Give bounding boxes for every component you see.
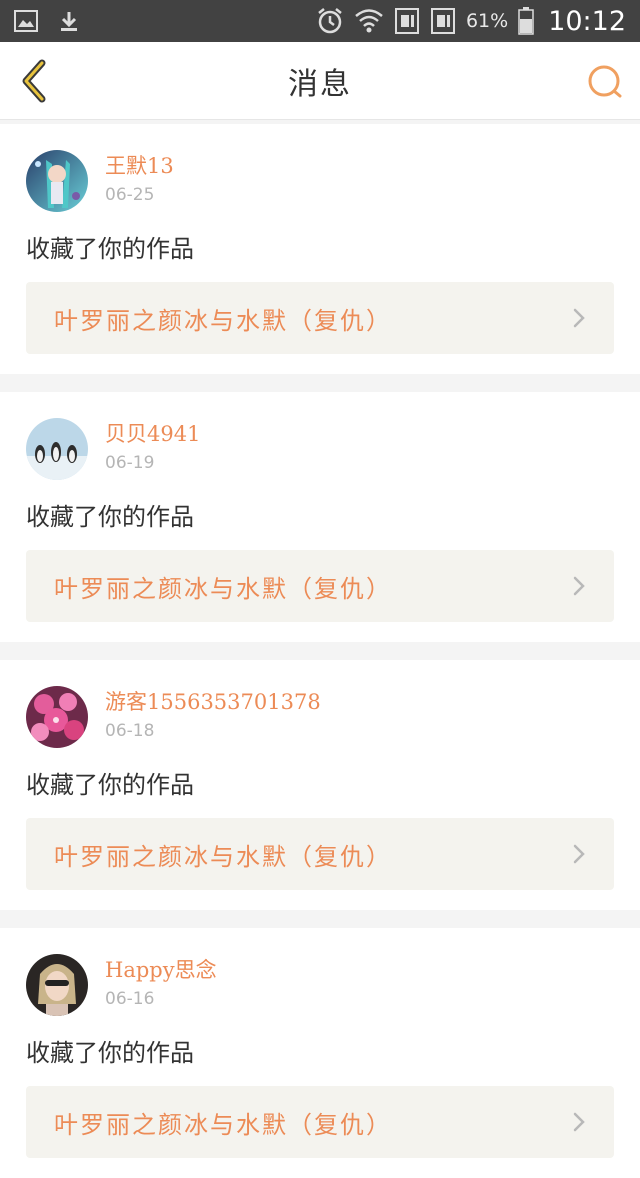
chevron-right-icon (573, 1112, 585, 1132)
user-name[interactable]: 贝贝4941 (105, 420, 200, 448)
work-title: 叶罗丽之颜冰与水默（复仇） (54, 306, 392, 335)
sim1-icon (394, 8, 419, 34)
avatar[interactable] (26, 418, 88, 480)
message-action-text: 收藏了你的作品 (26, 1039, 194, 1067)
wifi-icon (355, 9, 383, 33)
message-card: 贝贝4941 06-19 收藏了你的作品 叶罗丽之颜冰与水默（复仇） (0, 392, 640, 642)
message-action-text: 收藏了你的作品 (26, 235, 194, 263)
work-link[interactable]: 叶罗丽之颜冰与水默（复仇） (26, 550, 614, 622)
message-date: 06-18 (105, 721, 155, 741)
battery-percent: 61% (465, 10, 509, 32)
clock: 10:12 (548, 5, 626, 37)
work-title: 叶罗丽之颜冰与水默（复仇） (54, 574, 392, 603)
top-nav-bar: 消息 (0, 42, 640, 120)
message-card: Happy思念 06-16 收藏了你的作品 叶罗丽之颜冰与水默（复仇） (0, 928, 640, 1178)
work-link[interactable]: 叶罗丽之颜冰与水默（复仇） (26, 1086, 614, 1158)
image-icon (14, 10, 38, 32)
work-link[interactable]: 叶罗丽之颜冰与水默（复仇） (26, 282, 614, 354)
message-action-text: 收藏了你的作品 (26, 771, 194, 799)
message-card: 王默13 06-25 收藏了你的作品 叶罗丽之颜冰与水默（复仇） (0, 124, 640, 374)
message-list: 王默13 06-25 收藏了你的作品 叶罗丽之颜冰与水默（复仇） 贝贝4941 … (0, 120, 640, 1178)
message-date: 06-19 (105, 453, 155, 473)
chevron-right-icon (573, 576, 585, 596)
message-date: 06-16 (105, 989, 155, 1009)
download-icon (61, 12, 77, 31)
avatar[interactable] (26, 150, 88, 212)
work-title: 叶罗丽之颜冰与水默（复仇） (54, 842, 392, 871)
chevron-right-icon (573, 844, 585, 864)
chevron-left-icon[interactable] (16, 59, 52, 103)
status-bar: 61% 10:12 (0, 0, 640, 42)
avatar[interactable] (26, 954, 88, 1016)
chevron-right-icon (573, 308, 585, 328)
message-action-text: 收藏了你的作品 (26, 503, 194, 531)
user-name[interactable]: 王默13 (105, 152, 174, 180)
message-card: 游客1556353701378 06-18 收藏了你的作品 叶罗丽之颜冰与水默（… (0, 660, 640, 910)
page-title: 消息 (288, 66, 352, 102)
work-link[interactable]: 叶罗丽之颜冰与水默（复仇） (26, 818, 614, 890)
search-icon[interactable] (586, 64, 624, 100)
sim2-icon (430, 8, 455, 34)
work-title: 叶罗丽之颜冰与水默（复仇） (54, 1110, 392, 1139)
user-name[interactable]: Happy思念 (105, 956, 217, 984)
user-name[interactable]: 游客1556353701378 (105, 688, 321, 716)
avatar[interactable] (26, 686, 88, 748)
battery-icon (518, 7, 534, 35)
message-date: 06-25 (105, 185, 155, 205)
alarm-icon (318, 8, 342, 34)
